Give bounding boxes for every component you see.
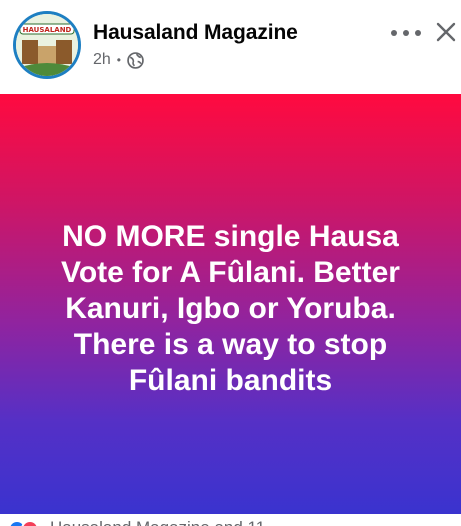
post-text-line: Vote for A Fûlani. Better: [61, 256, 400, 289]
reaction-bar[interactable]: Hausaland Magazine and 11: [0, 514, 461, 526]
page-name[interactable]: Hausaland Magazine: [93, 21, 298, 45]
love-icon: [21, 520, 39, 526]
more-dot: [403, 30, 409, 36]
more-dot: [391, 30, 397, 36]
more-options-button[interactable]: [391, 22, 421, 44]
post-text-line: There is a way to stop: [73, 328, 388, 361]
text-post-background: NO MORE single Hausa Vote for A Fûlani. …: [0, 94, 461, 514]
more-dot: [415, 30, 421, 36]
close-icon[interactable]: [434, 20, 458, 44]
post-header: HAUSALAND Hausaland Magazine 2h •: [0, 0, 461, 94]
reaction-summary[interactable]: Hausaland Magazine and 11: [50, 518, 265, 526]
post-text-line: Fûlani bandits: [128, 364, 333, 397]
meta-separator: •: [116, 53, 121, 67]
avatar-image: HAUSALAND: [16, 14, 78, 76]
page-avatar[interactable]: HAUSALAND: [13, 11, 81, 79]
avatar-logo-icon: HAUSALAND: [16, 14, 78, 76]
globe-icon[interactable]: [127, 51, 144, 69]
reaction-icons[interactable]: [8, 520, 39, 526]
post-text: NO MORE single Hausa Vote for A Fûlani. …: [26, 219, 436, 399]
post-meta: 2h •: [93, 51, 144, 69]
post-text-line: Kanuri, Igbo or Yoruba.: [65, 292, 396, 325]
post-text-line: NO MORE single Hausa: [62, 220, 399, 253]
post-time[interactable]: 2h: [93, 51, 111, 69]
avatar-label: HAUSALAND: [23, 26, 72, 34]
